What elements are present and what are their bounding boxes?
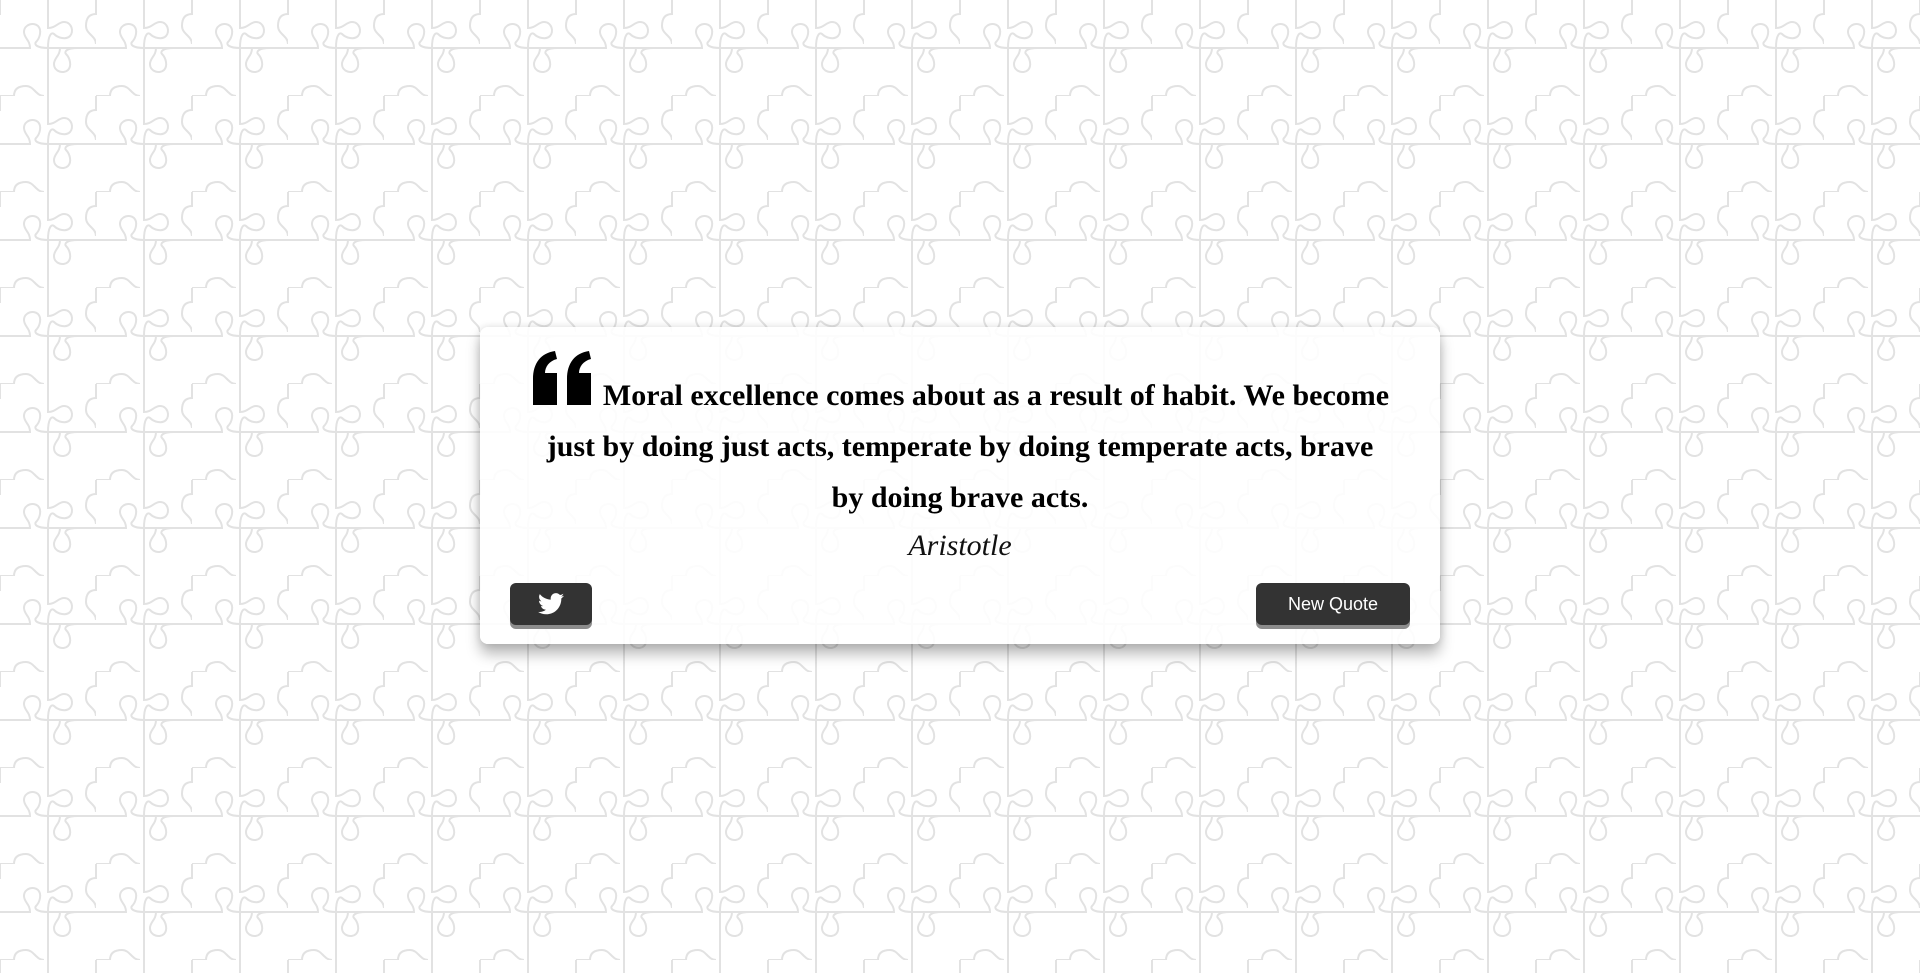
tweet-button[interactable] xyxy=(510,583,592,625)
quote-author: Aristotle xyxy=(908,529,1012,562)
new-quote-button[interactable]: New Quote xyxy=(1256,583,1410,625)
quote-left-icon xyxy=(531,349,595,407)
quote-text-block: Moral excellence comes about as a result… xyxy=(530,349,1390,523)
twitter-icon xyxy=(538,593,564,615)
quote-card: Moral excellence comes about as a result… xyxy=(480,327,1440,644)
quote-text: Moral excellence comes about as a result… xyxy=(546,379,1390,514)
